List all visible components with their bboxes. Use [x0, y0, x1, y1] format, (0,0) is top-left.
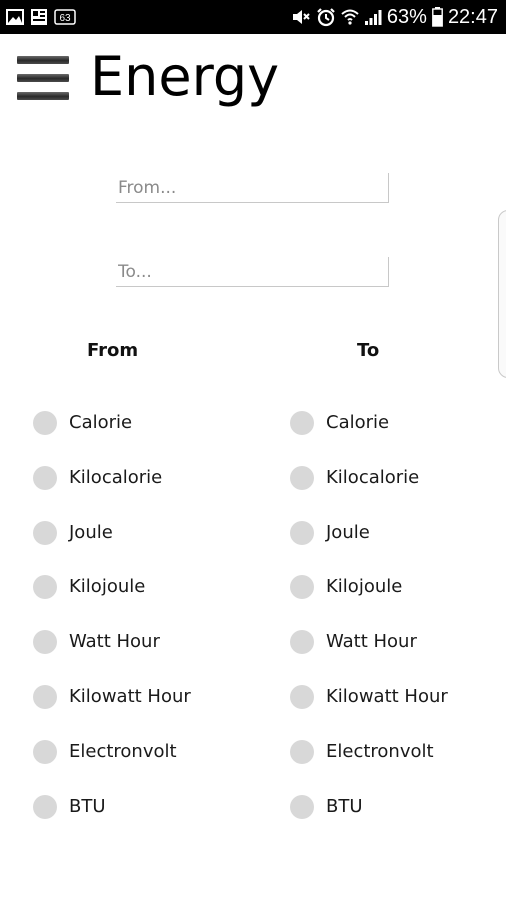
alarm-icon	[316, 7, 336, 27]
unit-label: Watt Hour	[69, 631, 160, 653]
to-option-calorie[interactable]: Calorie	[290, 408, 448, 463]
unit-label: BTU	[69, 795, 106, 817]
radio-button[interactable]	[290, 630, 314, 655]
status-bar-right: 63% 22:47	[291, 5, 498, 29]
edge-panel-handle[interactable]	[498, 210, 506, 378]
hamburger-menu-icon[interactable]	[17, 56, 69, 100]
battery-icon	[432, 7, 443, 27]
unit-label: Kilowatt Hour	[69, 685, 191, 707]
from-column-header: From	[87, 340, 139, 361]
badge-63-icon: 63	[54, 9, 76, 25]
to-value-input[interactable]	[116, 257, 389, 287]
radio-button[interactable]	[290, 520, 314, 545]
unit-label: Kilowatt Hour	[326, 685, 448, 707]
unit-label: Electronvolt	[69, 740, 177, 762]
to-unit-list: Calorie Kilocalorie Joule Kilojoule Watt…	[290, 408, 448, 846]
to-option-btu[interactable]: BTU	[290, 792, 448, 847]
unit-label: Kilocalorie	[326, 466, 420, 488]
radio-button[interactable]	[290, 411, 314, 435]
gallery-icon	[30, 8, 48, 26]
wifi-icon	[341, 8, 359, 26]
unit-label: Kilocalorie	[69, 466, 163, 488]
radio-button[interactable]	[290, 684, 314, 709]
unit-label: Watt Hour	[326, 631, 417, 653]
to-option-watt-hour[interactable]: Watt Hour	[290, 627, 448, 682]
badge-text: 63	[59, 13, 71, 24]
unit-label: Joule	[326, 521, 370, 543]
signal-icon	[364, 8, 382, 26]
status-bar-left: 63	[6, 7, 76, 27]
to-option-kilowatt-hour[interactable]: Kilowatt Hour	[290, 682, 448, 737]
radio-button[interactable]	[290, 465, 314, 490]
from-option-calorie[interactable]: Calorie	[33, 408, 191, 463]
menu-bar-2	[17, 74, 69, 82]
from-option-kilojoule[interactable]: Kilojoule	[33, 572, 191, 627]
to-option-kilojoule[interactable]: Kilojoule	[290, 572, 448, 627]
unit-label: Kilojoule	[326, 576, 403, 598]
unit-label: Joule	[69, 521, 113, 543]
to-option-kilocalorie[interactable]: Kilocalorie	[290, 463, 448, 518]
radio-button[interactable]	[33, 520, 57, 545]
from-option-kilocalorie[interactable]: Kilocalorie	[33, 463, 191, 518]
radio-button[interactable]	[33, 630, 57, 655]
mute-icon	[291, 8, 311, 26]
page-title: Energy	[90, 45, 280, 108]
image-icon	[6, 9, 24, 25]
to-option-joule[interactable]: Joule	[290, 518, 448, 573]
radio-button[interactable]	[33, 739, 57, 764]
from-option-electronvolt[interactable]: Electronvolt	[33, 737, 191, 792]
to-option-electronvolt[interactable]: Electronvolt	[290, 737, 448, 792]
status-time: 22:47	[447, 6, 498, 28]
unit-label: Electronvolt	[326, 740, 434, 762]
menu-bar-1	[17, 56, 69, 64]
radio-button[interactable]	[290, 794, 314, 819]
radio-button[interactable]	[33, 794, 57, 819]
from-value-input[interactable]	[116, 173, 389, 203]
from-option-btu[interactable]: BTU	[33, 792, 191, 847]
menu-bar-3	[17, 92, 69, 100]
from-option-joule[interactable]: Joule	[33, 518, 191, 573]
to-column-header: To	[357, 340, 380, 361]
unit-label: Calorie	[69, 412, 133, 433]
unit-label: BTU	[326, 795, 363, 817]
radio-button[interactable]	[290, 739, 314, 764]
radio-button[interactable]	[33, 575, 57, 600]
from-option-watt-hour[interactable]: Watt Hour	[33, 627, 191, 682]
unit-label: Kilojoule	[69, 576, 146, 598]
from-option-kilowatt-hour[interactable]: Kilowatt Hour	[33, 682, 191, 737]
radio-button[interactable]	[290, 575, 314, 600]
radio-button[interactable]	[33, 684, 57, 709]
radio-button[interactable]	[33, 411, 57, 435]
from-unit-list: Calorie Kilocalorie Joule Kilojoule Watt…	[33, 408, 191, 846]
radio-button[interactable]	[33, 465, 57, 490]
status-bar: 63 63% 22:47	[0, 0, 506, 34]
unit-label: Calorie	[326, 412, 390, 433]
battery-percentage: 63%	[386, 6, 427, 28]
